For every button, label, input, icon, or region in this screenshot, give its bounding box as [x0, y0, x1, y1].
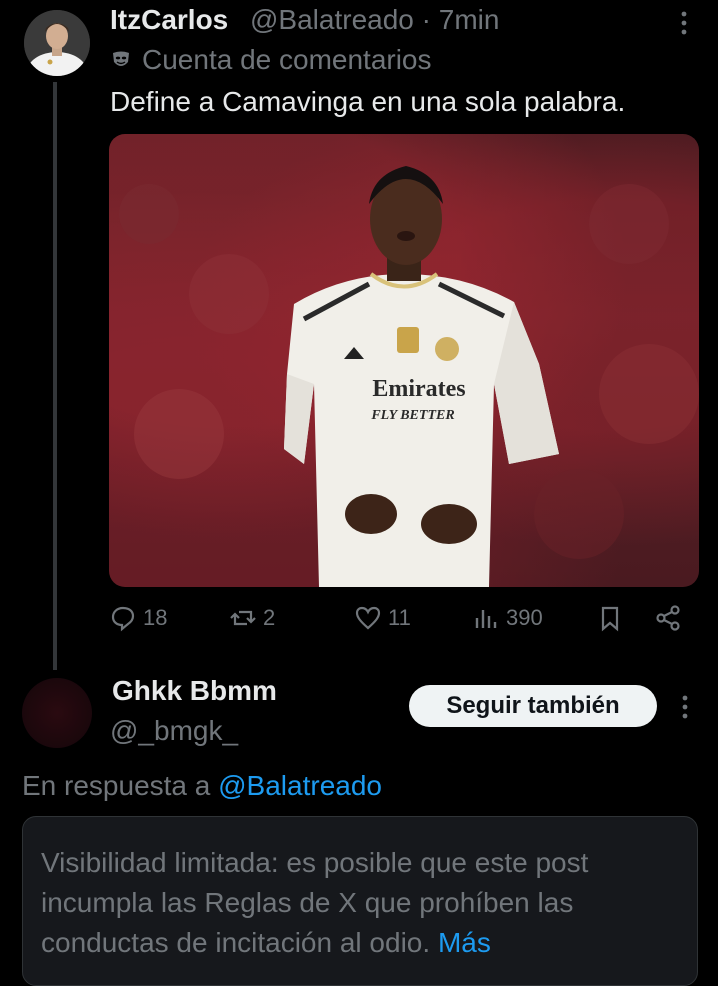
- repost-button[interactable]: 2: [229, 604, 275, 632]
- notice-more-link[interactable]: Más: [438, 927, 491, 958]
- reply-button[interactable]: 18: [109, 604, 167, 632]
- share-button[interactable]: [654, 604, 682, 632]
- bookmark-button[interactable]: [596, 604, 624, 632]
- comment-account-icon: [113, 51, 129, 66]
- author-name[interactable]: ItzCarlos: [110, 4, 228, 36]
- follow-button[interactable]: Seguir también: [409, 685, 657, 727]
- reply-author-handle[interactable]: @_bmgk_: [110, 715, 238, 747]
- views-count: 390: [506, 605, 543, 630]
- thread-line: [53, 82, 57, 670]
- reply-icon: [111, 606, 135, 632]
- reply-author-name[interactable]: Ghkk Bbmm: [112, 675, 277, 707]
- reply-count: 18: [143, 605, 168, 630]
- post-text: Define a Camavinga en una sola palabra.: [110, 86, 626, 117]
- like-button[interactable]: 11: [354, 604, 411, 632]
- like-count: 11: [388, 605, 411, 630]
- author-handle-time[interactable]: @Balatreado · 7min: [250, 4, 499, 36]
- reply-avatar[interactable]: [22, 678, 92, 748]
- notice-text: Visibilidad limitada: es posible que est…: [41, 847, 589, 958]
- views-icon: [475, 610, 497, 628]
- repost-count: 2: [263, 605, 276, 630]
- in-reply-prefix: En respuesta a: [22, 770, 211, 801]
- share-icon: [656, 605, 680, 631]
- avatar[interactable]: [24, 10, 90, 76]
- in-reply-to: En respuesta a @Balatreado: [22, 770, 382, 802]
- limited-visibility-notice: Visibilidad limitada: es posible que est…: [22, 816, 698, 986]
- sponsor-text: Emirates: [372, 376, 465, 402]
- sponsor-tag: FLY BETTER: [370, 408, 454, 423]
- bookmark-icon: [601, 606, 619, 632]
- post-actions: 18 2 11 390: [109, 604, 699, 644]
- like-icon: [355, 606, 381, 630]
- in-reply-mention[interactable]: @Balatreado: [218, 770, 382, 801]
- comment-account-label: Cuenta de comentarios: [110, 44, 432, 76]
- views-button[interactable]: 390: [472, 604, 543, 632]
- comment-account-text: Cuenta de comentarios: [142, 44, 432, 75]
- repost-icon: [230, 610, 256, 626]
- post-photo[interactable]: Emirates FLY BETTER: [109, 134, 699, 587]
- reply-more-icon[interactable]: [673, 692, 697, 722]
- more-icon[interactable]: [672, 8, 696, 38]
